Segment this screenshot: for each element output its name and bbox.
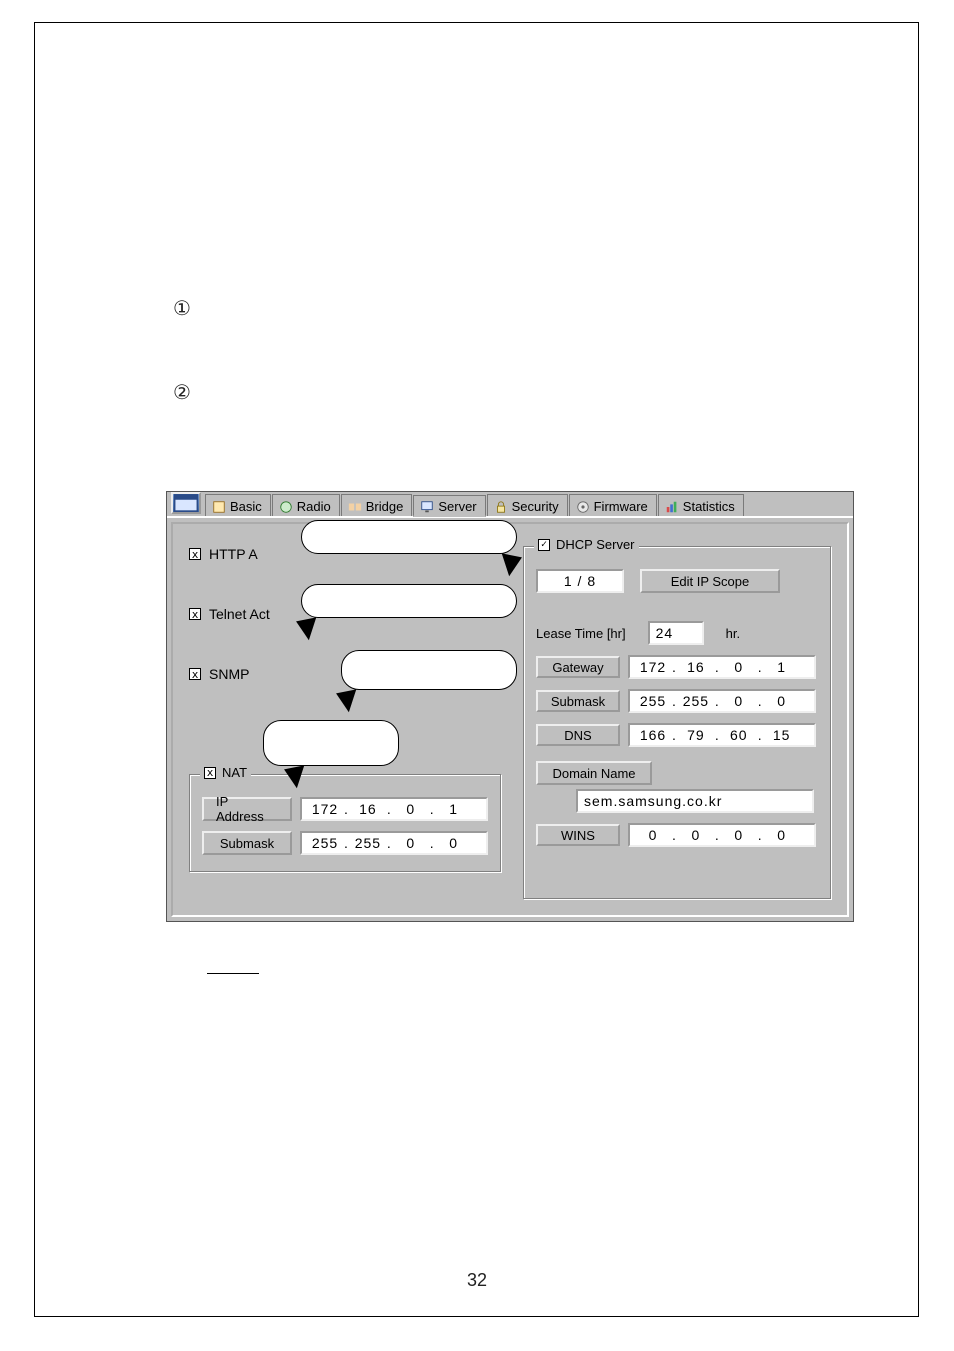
gateway-input[interactable]: 172. 16. 0. 1 [628,655,816,679]
lease-time-label: Lease Time [hr] [536,626,626,641]
domain-name-label: Domain Name [536,761,652,785]
tab-label: Statistics [683,499,735,514]
callout-1 [301,520,517,554]
nat-submask-label: Submask [202,831,292,855]
nat-ip-label: IP Address [202,797,292,821]
snmp-label: SNMP [209,666,249,682]
wins-input[interactable]: 0. 0. 0. 0 [628,823,816,847]
tab-server[interactable]: Server [413,495,485,517]
tab-statistics[interactable]: Statistics [658,494,744,516]
tab-label: Radio [297,499,331,514]
lease-time-unit: hr. [726,626,740,641]
wins-button[interactable]: WINS [536,824,620,846]
http-checkbox[interactable] [189,548,201,560]
dns-input[interactable]: 166. 79. 60. 15 [628,723,816,747]
dhcp-group: DHCP Server 1 / 8 Edit IP Scope Lease Ti… [523,546,831,899]
tab-security[interactable]: Security [487,494,568,516]
snmp-checkbox[interactable] [189,668,201,680]
gateway-button[interactable]: Gateway [536,656,620,678]
telnet-checkbox[interactable] [189,608,201,620]
domain-name-input[interactable]: sem.samsung.co.kr [576,789,814,813]
telnet-label: Telnet Act [209,606,270,622]
page-number: 32 [0,1270,954,1291]
tab-radio[interactable]: Radio [272,494,340,516]
nat-ip-input[interactable]: 172. 16. 0. 1 [300,797,488,821]
tab-firmware[interactable]: Firmware [569,494,657,516]
tab-label: Firmware [594,499,648,514]
tab-label: Server [438,499,476,514]
marker-2: ② [173,380,191,405]
tab-label: Basic [230,499,262,514]
lease-time-input[interactable]: 24 [648,621,704,645]
dhcp-label: DHCP Server [556,537,635,552]
tab-bridge[interactable]: Bridge [341,494,413,516]
server-pane: HTTP A Telnet Act SNMP NAT [171,522,849,917]
callout-2 [301,584,517,618]
dhcp-submask-button[interactable]: Submask [536,690,620,712]
marker-1: ① [173,296,191,321]
dhcp-submask-input[interactable]: 255. 255. 0. 0 [628,689,816,713]
nat-submask-input[interactable]: 255. 255. 0. 0 [300,831,488,855]
dns-button[interactable]: DNS [536,724,620,746]
window-sysmenu-icon[interactable] [171,492,201,514]
nat-checkbox[interactable] [204,767,216,779]
tab-basic[interactable]: Basic [205,494,271,516]
tab-label: Bridge [366,499,404,514]
callout-4 [263,720,399,766]
http-label: HTTP A [209,546,258,562]
screenshot-server-tab: Basic Radio Bridge Server Security Firmw… [166,491,854,922]
dhcp-checkbox[interactable] [538,539,550,551]
callout-3 [341,650,517,690]
nat-group: NAT IP Address 172. 16. 0. 1 Submask [189,774,501,872]
tab-strip: Basic Radio Bridge Server Security Firmw… [167,492,853,518]
edit-ip-scope-button[interactable]: Edit IP Scope [640,569,780,593]
dhcp-scope-count: 1 / 8 [536,569,624,593]
underline-stub [207,973,259,974]
tab-label: Security [512,499,559,514]
nat-label: NAT [222,765,247,780]
